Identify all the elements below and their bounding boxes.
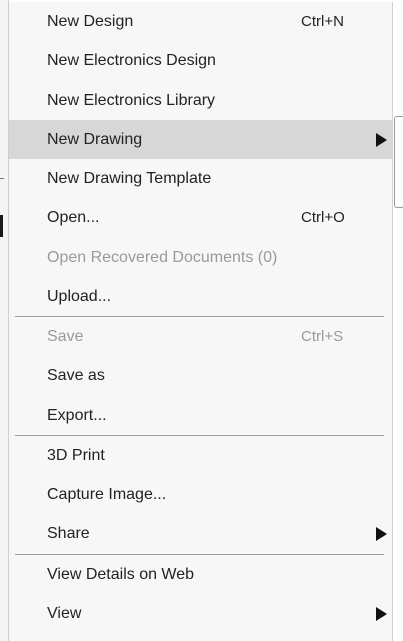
menu-item-view-details-on-web[interactable]: View Details on Web: [9, 555, 392, 594]
background-window-tick: [0, 178, 4, 179]
menu-item-label: Share: [47, 525, 90, 543]
menu-item-new-drawing-template[interactable]: New Drawing Template: [9, 159, 392, 198]
file-menu: New Design Ctrl+N New Electronics Design…: [9, 2, 393, 641]
menu-item-share[interactable]: Share: [9, 514, 392, 553]
menu-item-save: Save Ctrl+S: [9, 317, 392, 356]
menu-item-label: New Design: [47, 13, 134, 30]
menu-item-label: Open Recovered Documents (0): [47, 248, 278, 266]
menu-item-label: New Drawing Template: [47, 170, 212, 187]
menu-item-3d-print[interactable]: 3D Print: [9, 436, 392, 475]
menu-item-export[interactable]: Export...: [9, 396, 392, 435]
new-drawing-submenu[interactable]: [394, 116, 403, 208]
menu-item-open[interactable]: Open... Ctrl+O: [9, 198, 392, 237]
menu-item-label: View: [47, 604, 82, 622]
menu-item-new-electronics-library[interactable]: New Electronics Library: [9, 81, 392, 120]
menu-item-new-design[interactable]: New Design Ctrl+N: [9, 2, 392, 41]
menu-item-shortcut: Ctrl+S: [301, 328, 344, 345]
menu-item-label: View Details on Web: [47, 565, 195, 583]
background-window-marker: [0, 215, 3, 237]
submenu-arrow-icon: [376, 527, 387, 542]
submenu-arrow-icon: [376, 606, 387, 621]
menu-item-label: New Electronics Design: [47, 52, 216, 70]
menu-item-label: New Electronics Library: [47, 91, 216, 109]
menu-item-shortcut: Ctrl+N: [301, 13, 344, 30]
menu-item-label: Save as: [47, 367, 105, 385]
menu-item-label: Capture Image...: [47, 486, 167, 503]
background-window-edge: [0, 0, 9, 641]
menu-item-save-as[interactable]: Save as: [9, 356, 392, 395]
menu-item-label: Open...: [47, 209, 100, 227]
menu-item-label: Export...: [47, 406, 107, 424]
menu-item-upload[interactable]: Upload...: [9, 277, 392, 316]
menu-item-label: Upload...: [47, 287, 112, 305]
menu-item-new-drawing[interactable]: New Drawing: [9, 119, 392, 159]
menu-item-capture-image[interactable]: Capture Image...: [9, 475, 392, 514]
menu-item-label: New Drawing: [47, 130, 143, 148]
submenu-arrow-icon: [376, 132, 387, 147]
menu-item-view[interactable]: View: [9, 594, 392, 633]
menu-item-open-recovered-documents: Open Recovered Documents (0): [9, 238, 392, 277]
menu-item-shortcut: Ctrl+O: [301, 209, 345, 227]
menu-item-label: 3D Print: [47, 446, 105, 464]
menu-item-label: Save: [47, 328, 84, 345]
menu-item-new-electronics-design[interactable]: New Electronics Design: [9, 41, 392, 80]
